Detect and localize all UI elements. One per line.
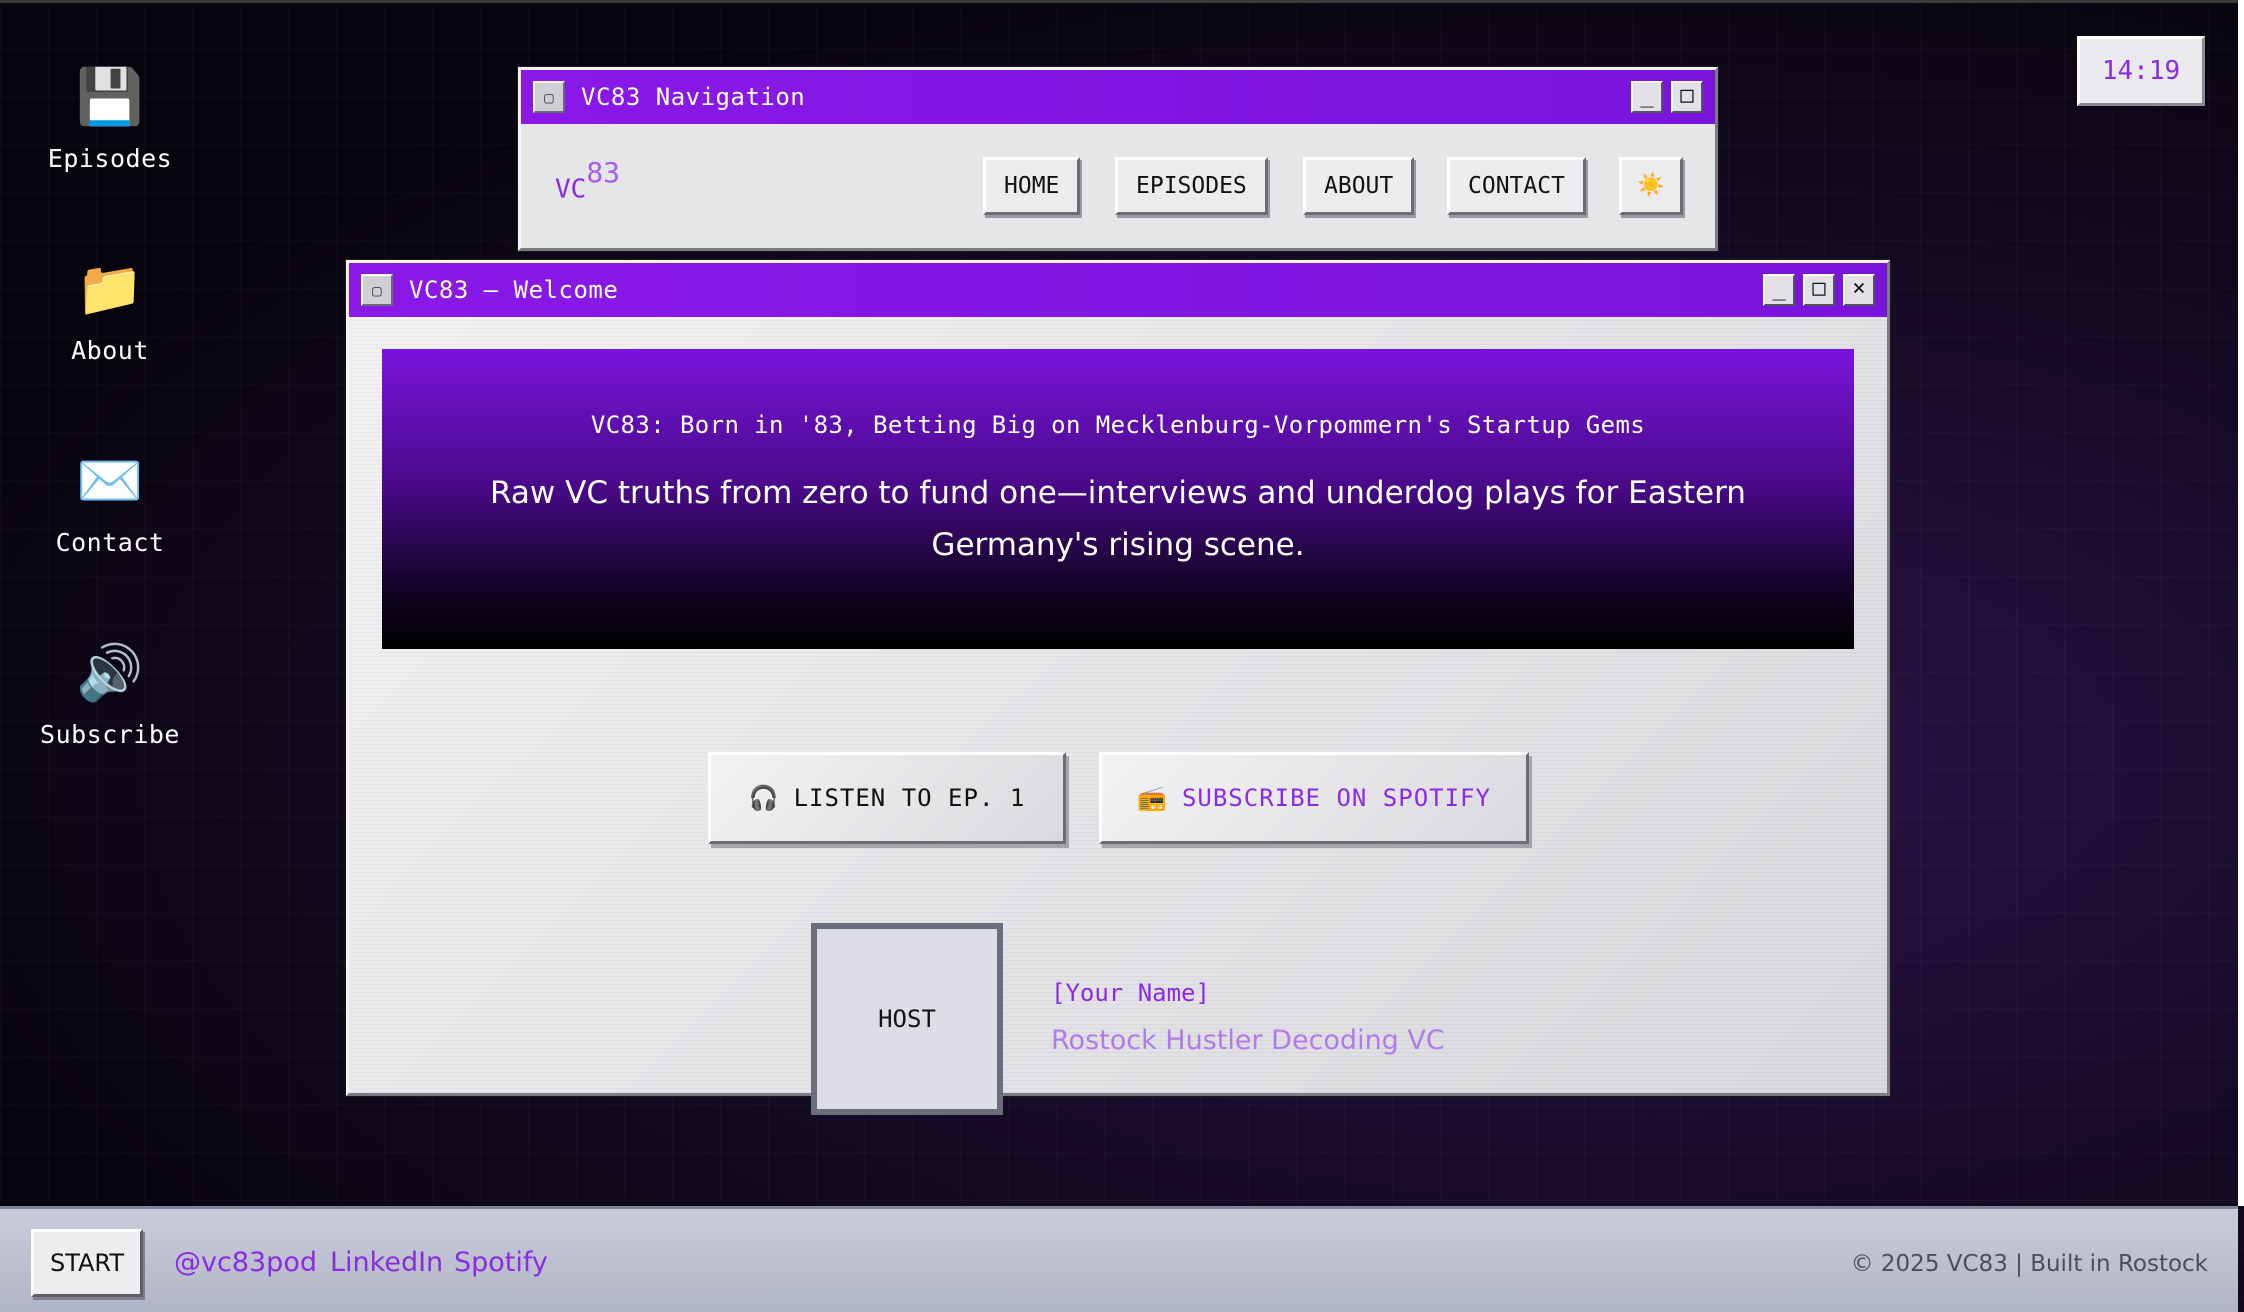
folder-icon: 📁 [76, 257, 144, 320]
desktop-icon-label: Subscribe [40, 720, 180, 749]
desktop-right-edge [2238, 0, 2244, 1206]
speaker-icon: 🔊 [76, 641, 144, 704]
headphones-icon: 🎧 [748, 784, 780, 812]
minimize-button[interactable]: _ [1631, 81, 1663, 113]
theme-toggle-button[interactable]: ☀️ [1619, 157, 1683, 215]
clock: 14:19 [2077, 36, 2205, 106]
subscribe-button-label: SUBSCRIBE ON SPOTIFY [1181, 784, 1491, 812]
desktop-icon-label: Episodes [47, 144, 173, 173]
desktop-top-edge [0, 0, 2238, 3]
desktop-icon-about[interactable]: 📁 About [20, 254, 200, 365]
copyright-text: © 2025 VC83 | Built in Rostock [1850, 1251, 2208, 1277]
spotify-link[interactable]: Spotify [454, 1247, 548, 1278]
logo[interactable]: VC83 [555, 156, 620, 205]
desktop-icon-label: Contact [55, 528, 165, 557]
desktop-icon-contact[interactable]: ✉️ Contact [20, 446, 200, 557]
window-icon: ▢ [533, 81, 565, 113]
title-bar[interactable]: ▢ VC83 – Welcome _ □ × [349, 263, 1887, 317]
window-content: VC83: Born in '83, Betting Big on Meckle… [349, 317, 1887, 1115]
envelope-icon: ✉️ [76, 449, 144, 512]
nav-home-button[interactable]: HOME [983, 157, 1081, 215]
twitter-handle-link[interactable]: @vc83pod [174, 1247, 317, 1278]
listen-button-label: LISTEN TO EP. 1 [793, 784, 1026, 812]
close-button[interactable]: × [1843, 274, 1875, 306]
host-name: [Your Name] [1051, 979, 1210, 1007]
taskbar: START @vc83pod LinkedIn Spotify © 2025 V… [0, 1206, 2238, 1312]
logo-superscript: 83 [586, 156, 621, 189]
window-title: VC83 Navigation [581, 83, 806, 111]
window-title: VC83 – Welcome [409, 276, 619, 304]
hero-title: VC83: Born in '83, Betting Big on Meckle… [590, 411, 1646, 439]
desktop-icon-label: About [71, 336, 149, 365]
logo-text: VC [555, 174, 587, 205]
radio-icon: 📻 [1137, 784, 1168, 812]
desktop-icon-subscribe[interactable]: 🔊 Subscribe [20, 638, 200, 749]
maximize-button[interactable]: □ [1803, 274, 1835, 306]
host-role: Rostock Hustler Decoding VC [1051, 1025, 1445, 1056]
nav-contact-button[interactable]: CONTACT [1447, 157, 1586, 215]
hero-banner: VC83: Born in '83, Betting Big on Meckle… [382, 349, 1854, 649]
title-bar[interactable]: ▢ VC83 Navigation _ □ [521, 70, 1715, 124]
floppy-disk-icon: 💾 [76, 65, 144, 128]
navigation-bar: VC83 HOME EPISODES ABOUT CONTACT ☀️ [521, 124, 1715, 248]
window-controls: _ □ × [1763, 274, 1875, 306]
window-icon: ▢ [361, 274, 393, 306]
listen-episode-button[interactable]: 🎧 LISTEN TO EP. 1 [708, 752, 1066, 844]
host-avatar: HOST [811, 923, 1003, 1115]
window-controls: _ □ [1631, 81, 1703, 113]
maximize-button[interactable]: □ [1671, 81, 1703, 113]
nav-episodes-button[interactable]: EPISODES [1115, 157, 1268, 215]
desktop-icon-episodes[interactable]: 💾 Episodes [20, 62, 200, 173]
nav-about-button[interactable]: ABOUT [1303, 157, 1415, 215]
subscribe-spotify-button[interactable]: 📻 SUBSCRIBE ON SPOTIFY [1099, 752, 1529, 844]
start-button[interactable]: START [31, 1229, 143, 1297]
hero-subtitle: Raw VC truths from zero to fund one—inte… [490, 475, 1746, 563]
linkedin-link[interactable]: LinkedIn [330, 1247, 443, 1278]
navigation-window: ▢ VC83 Navigation _ □ VC83 HOME EPISODES… [518, 67, 1718, 251]
welcome-window: ▢ VC83 – Welcome _ □ × VC83: Born in '83… [346, 260, 1890, 1115]
minimize-button[interactable]: _ [1763, 274, 1795, 306]
